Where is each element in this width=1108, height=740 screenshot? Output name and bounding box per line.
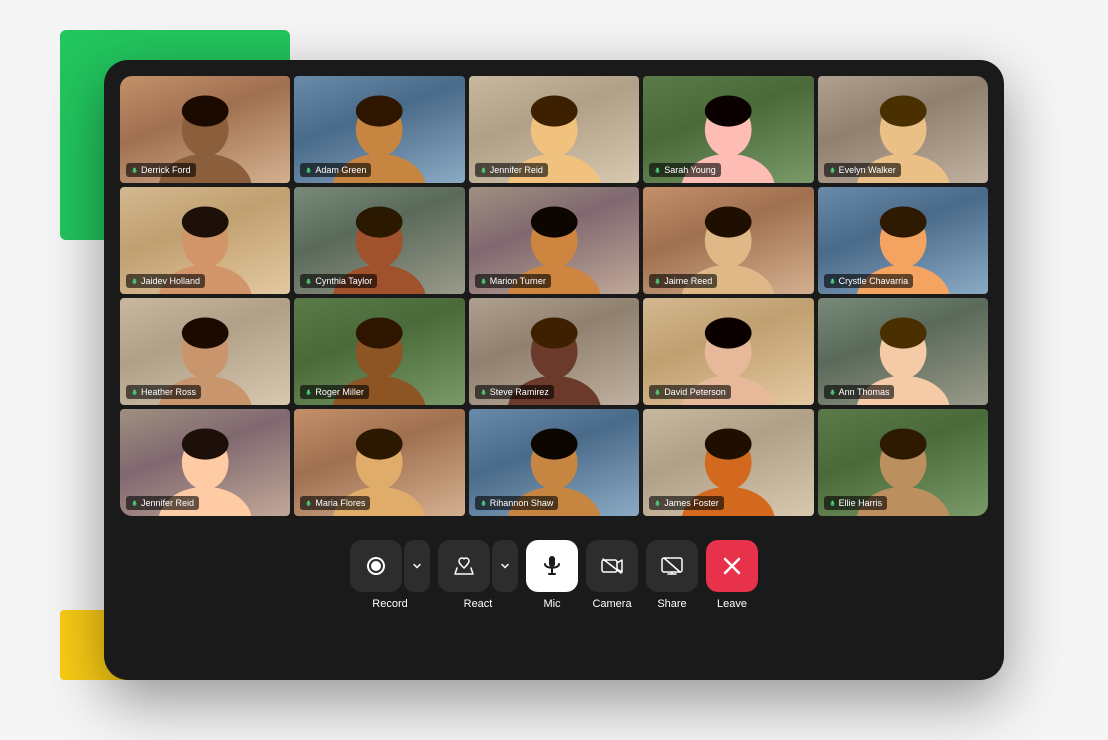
- share-button[interactable]: [646, 540, 698, 592]
- react-button[interactable]: [438, 540, 490, 592]
- participant-name-badge: Roger Miller: [300, 385, 369, 399]
- participant-name: Ann Thomas: [839, 387, 890, 397]
- participant-name: Crystle Chavarria: [839, 276, 909, 286]
- participant-name: Derrick Ford: [141, 165, 191, 175]
- participant-name: Marion Turner: [490, 276, 546, 286]
- video-tile: David Peterson: [643, 298, 813, 405]
- participant-name-badge: Jaime Reed: [649, 274, 717, 288]
- video-tile: James Foster: [643, 409, 813, 516]
- video-tile: Roger Miller: [294, 298, 464, 405]
- participant-name-badge: Crystle Chavarria: [824, 274, 914, 288]
- participant-name: David Peterson: [664, 387, 726, 397]
- react-expand-button[interactable]: [492, 540, 518, 592]
- participant-name: Sarah Young: [664, 165, 716, 175]
- mic-label: Mic: [543, 598, 560, 610]
- video-tile: Rihannon Shaw: [469, 409, 639, 516]
- participant-name-badge: Marion Turner: [475, 274, 551, 288]
- react-label: React: [464, 598, 493, 610]
- participant-name-badge: James Foster: [649, 496, 724, 510]
- participant-name-badge: Sarah Young: [649, 163, 721, 177]
- video-tile: Heather Ross: [120, 298, 290, 405]
- participant-name-badge: Derrick Ford: [126, 163, 196, 177]
- participant-name-badge: Evelyn Walker: [824, 163, 901, 177]
- camera-control[interactable]: Camera: [586, 540, 638, 610]
- participant-name-badge: Heather Ross: [126, 385, 201, 399]
- video-tile: Steve Ramirez: [469, 298, 639, 405]
- participant-name: James Foster: [664, 498, 719, 508]
- participant-name-badge: Jaidev Holland: [126, 274, 205, 288]
- record-button[interactable]: [350, 540, 402, 592]
- leave-control[interactable]: Leave: [706, 540, 758, 610]
- participant-name: Ellie Harris: [839, 498, 883, 508]
- participant-name-badge: Jennifer Reid: [475, 163, 548, 177]
- participant-name: Evelyn Walker: [839, 165, 896, 175]
- camera-button[interactable]: [586, 540, 638, 592]
- meeting-toolbar: Record React: [120, 530, 988, 620]
- participant-name: Adam Green: [315, 165, 366, 175]
- video-tile: Derrick Ford: [120, 76, 290, 183]
- video-tile: Marion Turner: [469, 187, 639, 294]
- participant-name-badge: Ann Thomas: [824, 385, 895, 399]
- video-tile: Jennifer Reid: [120, 409, 290, 516]
- video-tile: Cynthia Taylor: [294, 187, 464, 294]
- video-tile: Adam Green: [294, 76, 464, 183]
- video-tile: Jaidev Holland: [120, 187, 290, 294]
- participant-name-badge: David Peterson: [649, 385, 731, 399]
- record-control[interactable]: Record: [350, 540, 430, 610]
- record-label: Record: [372, 598, 407, 610]
- camera-label: Camera: [592, 598, 631, 610]
- device-frame: Derrick Ford Adam Green Jennifer Reid Sarah…: [104, 60, 1004, 680]
- react-control[interactable]: React: [438, 540, 518, 610]
- participant-name: Jennifer Reid: [490, 165, 543, 175]
- participant-name: Cynthia Taylor: [315, 276, 372, 286]
- share-label: Share: [657, 598, 686, 610]
- video-grid: Derrick Ford Adam Green Jennifer Reid Sarah…: [120, 76, 988, 516]
- video-tile: Evelyn Walker: [818, 76, 988, 183]
- mic-button[interactable]: [526, 540, 578, 592]
- leave-label: Leave: [717, 598, 747, 610]
- share-control[interactable]: Share: [646, 540, 698, 610]
- video-tile: Jaime Reed: [643, 187, 813, 294]
- participant-name-badge: Ellie Harris: [824, 496, 888, 510]
- participant-name-badge: Adam Green: [300, 163, 371, 177]
- participant-name-badge: Cynthia Taylor: [300, 274, 377, 288]
- mic-control[interactable]: Mic: [526, 540, 578, 610]
- participant-name: Heather Ross: [141, 387, 196, 397]
- video-tile: Sarah Young: [643, 76, 813, 183]
- video-tile: Ann Thomas: [818, 298, 988, 405]
- participant-name: Jaidev Holland: [141, 276, 200, 286]
- video-tile: Maria Flores: [294, 409, 464, 516]
- participant-name: Rihannon Shaw: [490, 498, 554, 508]
- leave-button[interactable]: [706, 540, 758, 592]
- participant-name: Jennifer Reid: [141, 498, 194, 508]
- participant-name: Steve Ramirez: [490, 387, 549, 397]
- video-tile: Jennifer Reid: [469, 76, 639, 183]
- participant-name-badge: Rihannon Shaw: [475, 496, 559, 510]
- participant-name: Jaime Reed: [664, 276, 712, 286]
- participant-name-badge: Jennifer Reid: [126, 496, 199, 510]
- participant-name: Maria Flores: [315, 498, 365, 508]
- participant-name-badge: Steve Ramirez: [475, 385, 554, 399]
- record-expand-button[interactable]: [404, 540, 430, 592]
- participant-name: Roger Miller: [315, 387, 364, 397]
- participant-name-badge: Maria Flores: [300, 496, 370, 510]
- video-tile: Ellie Harris: [818, 409, 988, 516]
- video-tile: Crystle Chavarria: [818, 187, 988, 294]
